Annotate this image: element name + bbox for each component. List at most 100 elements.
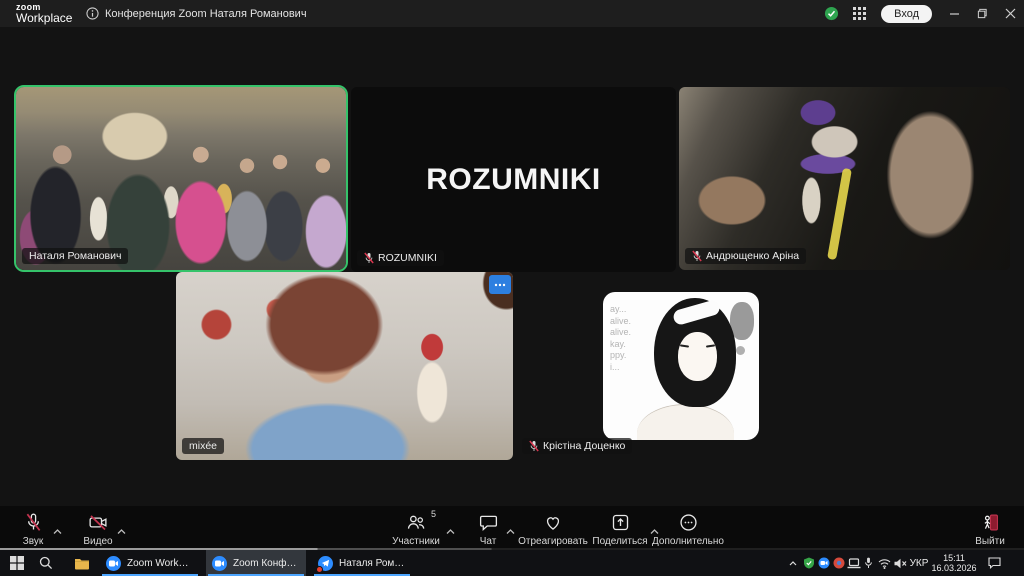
react-label: Отреагировать <box>518 536 588 547</box>
messenger-app-icon <box>318 556 333 571</box>
video-feed <box>176 272 513 460</box>
tile-more-options-button[interactable] <box>489 275 511 294</box>
tray-network-icon[interactable] <box>876 550 892 576</box>
windows-taskbar: Zoom Workplace Zoom Конференц... Наталя … <box>0 550 1024 576</box>
share-screen-button[interactable]: Поделиться <box>592 512 648 547</box>
manga-text-line: alive. <box>610 327 631 339</box>
more-button[interactable]: Дополнительно <box>652 512 724 547</box>
video-options-chevron[interactable] <box>117 522 126 540</box>
action-center-button[interactable] <box>984 550 1004 576</box>
leave-button[interactable]: Выйти <box>966 512 1014 547</box>
manga-text-line: kay. <box>610 339 631 351</box>
zoom-app-icon <box>212 556 227 571</box>
audio-label: Звук <box>23 536 44 547</box>
restore-window-button[interactable] <box>968 0 996 27</box>
participant-name-label: ROZUMNIKI <box>357 250 444 266</box>
tray-laptop-icon[interactable] <box>846 550 862 576</box>
manga-decor-dot <box>736 346 745 355</box>
video-gallery: Наталя Романович ROZUMNIKI ROZUMNIKI Анд… <box>0 27 1024 506</box>
zoom-app-icon <box>106 556 121 571</box>
folder-icon <box>74 557 90 570</box>
manga-text-line: ay... <box>610 304 631 316</box>
chat-bubble-icon <box>478 512 499 533</box>
share-label: Поделиться <box>592 536 647 547</box>
manga-text-lines: ay... alive. alive. kay. ppy. i... <box>610 304 631 373</box>
participant-display-name: ROZUMNIKI <box>351 87 676 272</box>
search-icon <box>39 556 53 570</box>
taskbar-window-zoom-meeting[interactable]: Zoom Конференц... <box>206 550 306 576</box>
microphone-muted-icon <box>23 512 44 533</box>
clock-time: 15:11 <box>930 553 978 563</box>
manga-eye <box>706 344 715 347</box>
chat-button[interactable]: Чат <box>468 512 508 547</box>
share-screen-icon <box>610 512 631 533</box>
window-title: Zoom Workplace <box>127 558 194 569</box>
chat-label: Чат <box>480 536 497 547</box>
manga-shoulders <box>637 404 734 440</box>
participant-name: Андрющенко Аріна <box>706 250 799 262</box>
leave-door-icon <box>979 512 1001 533</box>
camera-muted-icon <box>87 512 109 533</box>
titlebar-controls: Вход <box>817 0 1024 27</box>
ellipsis-circle-icon <box>678 512 699 533</box>
participant-name-label: Наталя Романович <box>22 248 128 264</box>
participants-button[interactable]: 5 Участники <box>388 512 444 547</box>
participants-options-chevron[interactable] <box>446 522 455 540</box>
meeting-info: Конференция Zoom Наталя Романович <box>86 0 307 27</box>
zoom-meeting-window: zoom Workplace Конференция Zoom Наталя Р… <box>0 0 1024 576</box>
participant-name-label: mixée <box>182 438 224 454</box>
manga-eye <box>680 344 689 347</box>
video-tile-rozumniki[interactable]: ROZUMNIKI ROZUMNIKI <box>351 87 676 272</box>
tray-antivirus-icon[interactable] <box>802 550 816 576</box>
participants-count: 5 <box>431 509 436 519</box>
tray-zoom-icon[interactable] <box>817 550 831 576</box>
video-tile-natalya-romanovych[interactable]: Наталя Романович <box>14 85 348 272</box>
titlebar: zoom Workplace Конференция Zoom Наталя Р… <box>0 0 1024 27</box>
muted-mic-icon <box>529 440 539 452</box>
taskbar-window-natalya-chat[interactable]: Наталя Романови... <box>312 550 412 576</box>
chat-options-chevron[interactable] <box>506 522 515 540</box>
hidden-icons-chevron[interactable] <box>786 550 800 576</box>
participants-label: Участники <box>392 536 440 547</box>
muted-mic-icon <box>692 250 702 262</box>
participant-name-label: Крістіна Доценко <box>522 438 632 454</box>
video-label: Видео <box>83 536 112 547</box>
close-button[interactable] <box>996 0 1024 27</box>
audio-options-chevron[interactable] <box>53 522 62 540</box>
clock-date: 16.03.2026 <box>930 563 978 573</box>
taskbar-clock[interactable]: 15:11 16.03.2026 <box>930 553 978 573</box>
participant-name: ROZUMNIKI <box>378 252 437 264</box>
video-button[interactable]: Видео <box>74 512 122 547</box>
video-tile-andriushchenko-arina[interactable]: Андрющенко Аріна <box>679 87 1010 270</box>
minimize-button[interactable] <box>940 0 968 27</box>
file-explorer-button[interactable] <box>70 550 94 576</box>
start-button[interactable] <box>6 550 28 576</box>
notification-badge <box>316 566 323 573</box>
meeting-toolbar: Звук Видео 5 Участники <box>0 506 1024 548</box>
more-label: Дополнительно <box>652 536 724 547</box>
zoom-workplace-logo: zoom Workplace <box>16 2 72 24</box>
security-shield-icon[interactable] <box>817 0 845 27</box>
audio-button[interactable]: Звук <box>10 512 56 547</box>
logo-line-workplace: Workplace <box>16 13 72 24</box>
taskbar-window-zoom-workplace[interactable]: Zoom Workplace <box>100 550 200 576</box>
login-button[interactable]: Вход <box>881 5 932 23</box>
language-indicator[interactable]: УКР <box>906 550 932 576</box>
taskbar-search-button[interactable] <box>34 550 58 576</box>
leave-label: Выйти <box>975 536 1005 547</box>
tray-microphone-icon[interactable] <box>862 550 875 576</box>
video-tile-mixee[interactable]: mixée <box>176 272 513 460</box>
manga-face <box>678 332 717 381</box>
manga-avatar-image: ay... alive. alive. kay. ppy. i... <box>603 292 759 440</box>
participants-icon: 5 <box>405 512 427 533</box>
apps-grid-icon[interactable] <box>845 0 873 27</box>
info-icon[interactable] <box>86 7 99 20</box>
video-tile-kristina-dotsenko[interactable]: ay... alive. alive. kay. ppy. i... <box>516 272 846 460</box>
tray-browser-icon[interactable] <box>832 550 846 576</box>
react-button[interactable]: Отреагировать <box>520 512 586 547</box>
window-title: Zoom Конференц... <box>233 558 300 569</box>
heart-icon <box>542 512 564 533</box>
manga-text-line: alive. <box>610 316 631 328</box>
manga-text-line: i... <box>610 362 631 374</box>
participant-name: Крістіна Доценко <box>543 440 625 452</box>
